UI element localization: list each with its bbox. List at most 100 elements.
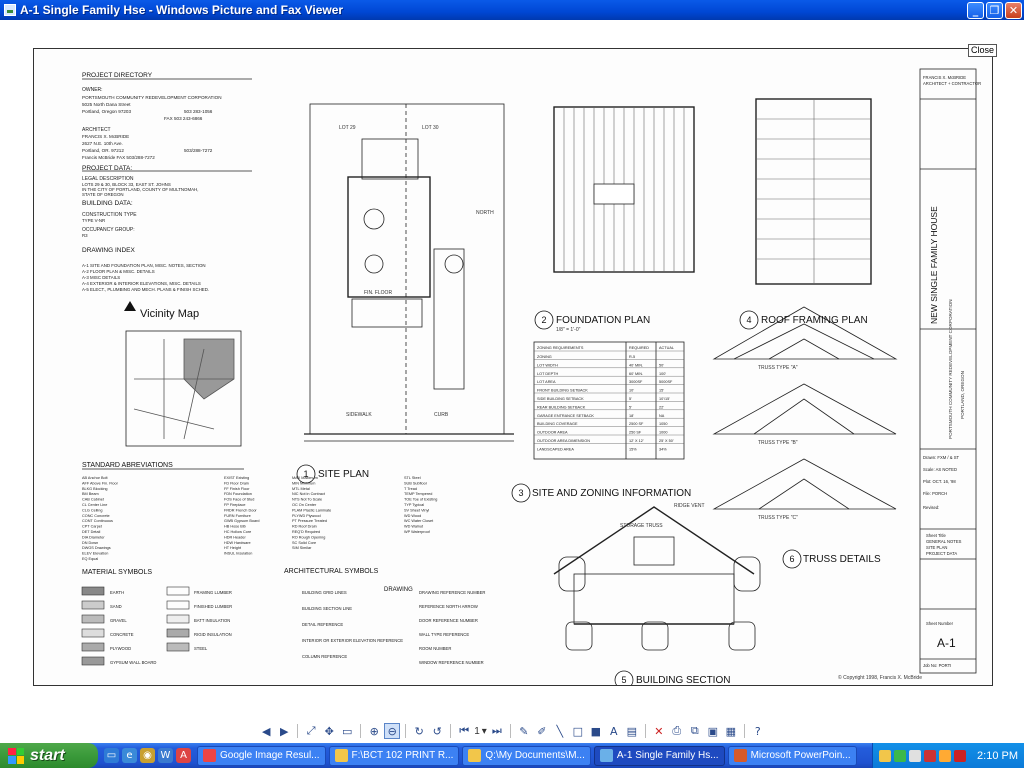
browser-icon[interactable]: e xyxy=(122,748,137,763)
previous-image-icon[interactable]: ◀ xyxy=(258,723,274,739)
truss-c xyxy=(712,458,897,510)
site-curb: CURB xyxy=(434,412,449,418)
abbreviation-entry: CONT Continuous xyxy=(82,519,113,523)
abbreviation-entry: SV Sheet Vinyl xyxy=(404,508,429,512)
open-editor-icon[interactable]: ▦ xyxy=(723,723,739,739)
architectural-symbol-label: ROOM NUMBER xyxy=(419,646,451,651)
drawing-index-item: A-3 MISC DETAILS xyxy=(82,275,120,280)
owner-line-2: 5025 North Dana Street xyxy=(82,102,131,107)
maximize-button[interactable]: ❐ xyxy=(986,1,1003,19)
abbreviation-entry: DIA Diameter xyxy=(82,535,105,539)
blueprint-drawing: 1 2 3 4 6 5 SITE PLAN FOUNDATION PLAN SI… xyxy=(81,68,981,686)
zoning-cell: 3000SF xyxy=(629,380,643,384)
architectural-symbol-label: DRAWING REFERENCE NUMBER xyxy=(419,590,485,595)
zoning-table: ZONING REQUIREMENTS REQUIRED ACTUAL ZONING R… xyxy=(534,346,684,451)
copy-icon[interactable]: ⧉ xyxy=(687,723,703,739)
chevron-down-icon[interactable]: ▾ xyxy=(482,726,487,737)
task-folder-q[interactable]: Q:\My Documents\M... xyxy=(462,745,591,766)
pdf-icon[interactable]: A xyxy=(176,748,191,763)
sheet-title-line: GENERAL NOTES xyxy=(926,539,962,544)
window-title: A-1 Single Family Hse - Windows Picture … xyxy=(20,3,344,17)
task-folder-f[interactable]: F:\BCT 102 PRINT R... xyxy=(328,745,460,766)
line-icon[interactable]: ╲ xyxy=(552,723,568,739)
print-icon[interactable]: ⎙ xyxy=(669,723,685,739)
abbreviation-entry: CL Center Line xyxy=(82,503,107,507)
title-bar[interactable]: A-1 Single Family Hse - Windows Picture … xyxy=(0,0,1024,20)
note-icon[interactable]: ▤ xyxy=(624,723,640,739)
zoning-cell: OUTDOOR AREA DIMENSION xyxy=(537,439,590,443)
sheet-title-line: SITE PLAN xyxy=(926,545,947,550)
abbreviation-entry: WC Water Closet xyxy=(404,519,434,523)
abbreviation-entry: FRDR French Door xyxy=(224,508,257,512)
browser-task-icon xyxy=(203,749,216,762)
close-window-button[interactable]: ✕ xyxy=(1005,1,1022,19)
abbreviation-entry: TYP Typical xyxy=(404,503,424,507)
tray-update-icon[interactable] xyxy=(939,749,952,762)
rectangle-icon[interactable]: □ xyxy=(570,723,586,739)
house-footprint xyxy=(347,176,431,298)
abbreviation-entry: EQ Equal xyxy=(82,557,98,561)
rotate-counterclockwise-icon[interactable]: ↺ xyxy=(429,723,445,739)
task-google-images[interactable]: Google Image Resul... xyxy=(197,745,326,766)
tray-folder-icon[interactable] xyxy=(879,749,892,762)
tray-antivirus-icon[interactable] xyxy=(954,749,967,762)
abbreviation-entry: MTL Metal xyxy=(292,487,310,491)
zoom-in-icon[interactable]: ⊕ xyxy=(366,723,382,739)
material-symbol-label: CONCRETE xyxy=(110,632,134,637)
truss-b xyxy=(712,383,897,435)
help-icon[interactable]: ? xyxy=(750,723,766,739)
tray-volume-icon[interactable] xyxy=(909,749,922,762)
sheet-number-label: Sheet Number xyxy=(926,621,954,626)
material-symbol-label: BATT INSULATION xyxy=(194,618,230,623)
zoning-cell: 18' xyxy=(629,414,634,418)
task-picture-viewer[interactable]: A-1 Single Family Hs... xyxy=(593,745,725,766)
owner-line-3: Portland, Oregon 97203 xyxy=(82,109,131,114)
task-powerpoint[interactable]: Microsoft PowerPoin... xyxy=(727,745,857,766)
architectural-symbol-label: INTERIOR OR EXTERIOR ELEVATION REFERENCE xyxy=(302,638,403,643)
truss-b-label: TRUSS TYPE "B" xyxy=(758,440,798,446)
last-page-icon[interactable]: ⏭ xyxy=(489,723,505,739)
highlighter-icon[interactable]: ✐ xyxy=(534,723,550,739)
pen-icon[interactable]: ✎ xyxy=(516,723,532,739)
zoning-cell: 22' xyxy=(659,405,664,409)
image-viewer-area: 1 2 3 4 6 5 SITE PLAN FOUNDATION PLAN SI… xyxy=(0,20,1024,725)
zoning-cell: 250 SF xyxy=(629,431,642,435)
word-icon[interactable]: W xyxy=(158,748,173,763)
minimize-button[interactable]: _ xyxy=(967,1,984,19)
material-symbols-heading: MATERIAL SYMBOLS xyxy=(82,569,152,576)
first-page-icon[interactable]: ⏮ xyxy=(456,723,472,739)
abbreviation-entry: CONC Concrete xyxy=(82,514,110,518)
save-icon[interactable]: ▣ xyxy=(705,723,721,739)
picture-viewer-icon xyxy=(599,749,613,762)
abbreviation-entry: HDR Header xyxy=(224,535,246,539)
delete-icon[interactable]: ✕ xyxy=(651,723,667,739)
tray-security-icon[interactable] xyxy=(924,749,937,762)
next-image-icon[interactable]: ▶ xyxy=(276,723,292,739)
media-icon[interactable]: ◉ xyxy=(140,748,155,763)
filled-rectangle-icon[interactable]: ■ xyxy=(588,723,604,739)
zoom-out-icon[interactable]: ⊖ xyxy=(384,723,401,739)
text-annotation-icon[interactable]: A xyxy=(606,723,622,739)
abbreviation-entry: REQ'D Required xyxy=(292,530,320,534)
best-fit-icon[interactable]: ⤢ xyxy=(303,723,319,739)
viewer-toolbar: ◀ ▶ ⤢ ✥ ▭ ⊕ ⊖ ↻ ↺ ⏮ 1 ▾ ⏭ ✎ ✐ ╲ □ ■ A ▤ … xyxy=(0,720,1024,742)
project-data-heading: PROJECT DATA: xyxy=(82,165,132,172)
start-button[interactable]: start xyxy=(0,743,98,768)
rotate-clockwise-icon[interactable]: ↻ xyxy=(411,723,427,739)
city-vertical: PORTLAND, OREGON xyxy=(960,371,965,419)
actual-size-icon[interactable]: ✥ xyxy=(321,723,337,739)
building-section-title: BUILDING SECTION xyxy=(636,675,730,686)
page-selector[interactable]: ⏮ 1 ▾ ⏭ xyxy=(456,723,505,739)
firm-name: FRANCIS X. McBRIDE xyxy=(923,75,966,80)
abbreviation-entry: DWGS Drawings xyxy=(82,546,111,550)
clock[interactable]: 2:10 PM xyxy=(977,750,1018,762)
site-north: NORTH xyxy=(476,210,494,216)
architectural-symbol-label: BUILDING SECTION LINE xyxy=(302,606,352,611)
storage-truss-label: STORAGE TRUSS xyxy=(620,523,663,529)
abbreviation-entry: PT Pressure Treated xyxy=(292,519,327,523)
close-button[interactable]: Close xyxy=(968,44,998,57)
slideshow-icon[interactable]: ▭ xyxy=(339,723,355,739)
desktop-icon[interactable]: ▭ xyxy=(104,748,119,763)
tray-network-icon[interactable] xyxy=(894,749,907,762)
scale-field: Scale: AS NOTED xyxy=(923,467,957,472)
